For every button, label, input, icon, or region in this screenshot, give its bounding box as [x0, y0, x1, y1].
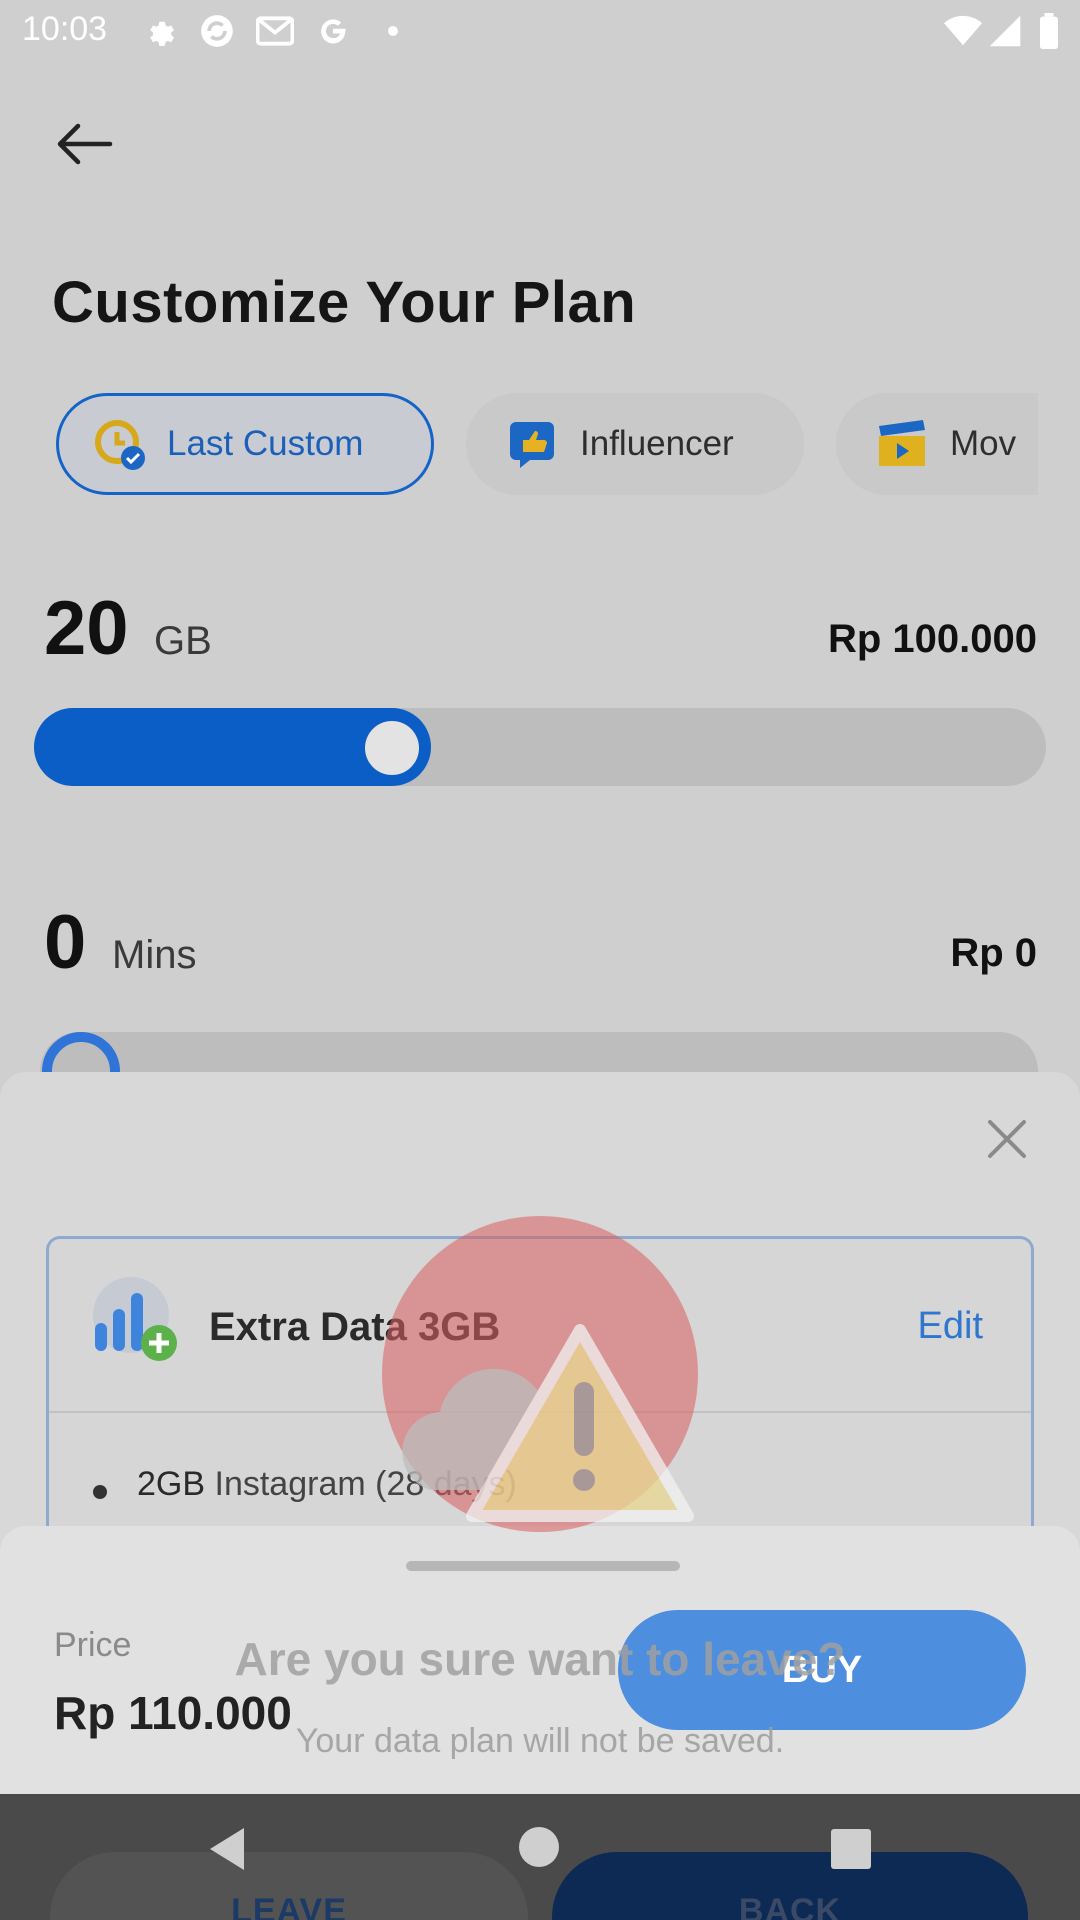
nav-home-icon[interactable]	[518, 1826, 560, 1873]
chip-movie[interactable]: Mov	[836, 393, 1038, 495]
leave-button-label: LEAVE	[231, 1892, 347, 1920]
google-icon	[314, 12, 352, 50]
extra-data-card: Extra Data 3GB Edit 2GB Instagram (28 da…	[46, 1236, 1034, 1556]
data-price: Rp 100.000	[827, 617, 1037, 661]
sheet-handle[interactable]	[406, 1561, 680, 1571]
voice-amount: 0	[44, 900, 87, 985]
edit-link[interactable]: Edit	[918, 1305, 983, 1348]
leave-button[interactable]: LEAVE	[50, 1852, 528, 1920]
chip-influencer[interactable]: Influencer	[466, 393, 804, 495]
status-bar: 10:03	[0, 0, 1080, 64]
movie-icon	[876, 418, 928, 470]
page-title: Customize Your Plan	[52, 270, 637, 335]
chip-label: Influencer	[580, 424, 734, 463]
nav-recents-icon[interactable]	[830, 1828, 872, 1875]
item-amount: 2GB	[137, 1465, 206, 1503]
thumbs-up-icon	[506, 418, 558, 470]
card-divider	[49, 1411, 1031, 1413]
status-time: 10:03	[22, 10, 108, 48]
chip-label: Mov	[950, 424, 1017, 463]
data-slider-thumb[interactable]	[365, 721, 419, 775]
dot-icon	[374, 12, 412, 50]
buy-button[interactable]: BUY	[618, 1610, 1026, 1730]
item-text: Instagram (28 days)	[214, 1465, 517, 1503]
list-item: 2GB Instagram (28 days)	[137, 1465, 517, 1504]
close-icon[interactable]	[982, 1114, 1032, 1164]
settings-icon	[140, 12, 178, 50]
chip-last-custom[interactable]: Last Custom	[56, 393, 434, 495]
data-slider[interactable]	[34, 708, 1046, 786]
dialog-buttons-and-navbar: LEAVE BACK	[0, 1794, 1080, 1920]
battery-icon	[1030, 12, 1068, 50]
wifi-icon	[944, 12, 982, 50]
extra-data-title: Extra Data 3GB	[209, 1305, 501, 1349]
bullet	[93, 1485, 107, 1499]
sync-icon	[198, 12, 236, 50]
clock-check-icon	[93, 418, 145, 470]
gmail-icon	[256, 12, 294, 50]
data-chart-plus-icon	[91, 1275, 183, 1367]
chip-label: Last Custom	[167, 424, 364, 463]
data-amount: 20	[44, 586, 129, 671]
nav-back-icon[interactable]	[204, 1824, 248, 1879]
price-label: Price	[54, 1626, 132, 1664]
price-footer: Price Rp 110.000 BUY	[0, 1526, 1080, 1794]
back-button[interactable]: BACK	[552, 1852, 1028, 1920]
price-value: Rp 110.000	[54, 1687, 292, 1739]
voice-amount-row: 0 Mins Rp 0	[44, 896, 1044, 986]
data-amount-row: 20 GB Rp 100.000	[44, 582, 1044, 672]
back-button-label: BACK	[738, 1892, 842, 1920]
signal-icon	[986, 12, 1024, 50]
plan-category-chips: Last Custom Influencer Mov	[56, 393, 1038, 497]
back-arrow-icon[interactable]	[50, 114, 120, 174]
data-unit: GB	[154, 619, 212, 663]
voice-unit: Mins	[112, 933, 197, 977]
voice-price: Rp 0	[950, 931, 1037, 975]
